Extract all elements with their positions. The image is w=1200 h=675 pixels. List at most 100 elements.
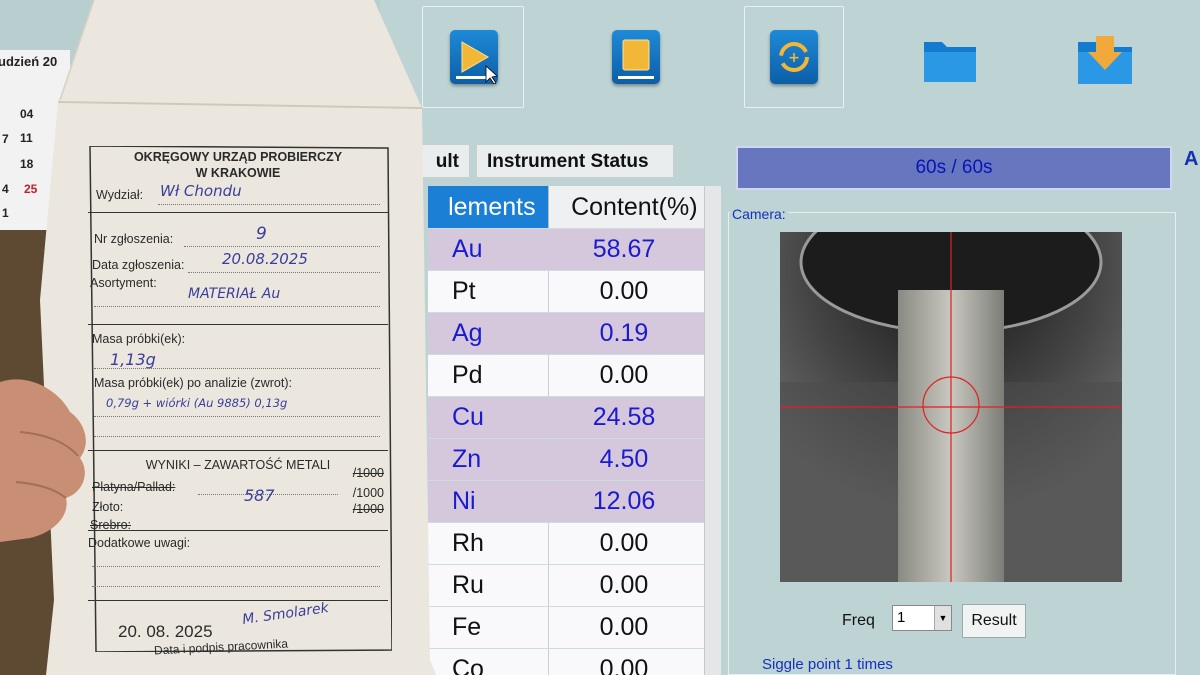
table-body: Au 58.67 Pt 0.00 Ag 0.19 Pd 0.00 Cu 24.58 Zn 4.50 Ni… <box>428 228 720 675</box>
svg-text:+: + <box>788 50 800 66</box>
nr-zgloszenia-label: Nr zgłoszenia: <box>94 232 174 246</box>
dotted-line <box>94 436 380 437</box>
dotted-line <box>92 566 380 567</box>
table-header: lements Content(%) <box>428 186 720 228</box>
table-row[interactable]: Ni 12.06 <box>428 480 720 522</box>
column-header-elements[interactable]: lements <box>428 186 548 228</box>
form-divider <box>88 450 388 451</box>
element-content-value: 0.00 <box>548 523 699 564</box>
wydzial-value: Wł Chondu <box>160 182 242 200</box>
result-button[interactable]: Result <box>962 604 1026 638</box>
table-row[interactable]: Co 0.00 <box>428 648 720 675</box>
tab-instrument-status-label: Instrument Status <box>487 151 649 172</box>
table-row[interactable]: Cu 24.58 <box>428 396 720 438</box>
element-symbol: Ni <box>452 487 476 515</box>
element-symbol: Zn <box>452 445 482 473</box>
element-content-value: 0.19 <box>548 313 699 354</box>
zloto-label: Złoto: <box>92 500 124 514</box>
table-row[interactable]: Rh 0.00 <box>428 522 720 564</box>
element-content-value: 0.00 <box>548 607 699 648</box>
masa-po-analizie-label: Masa próbki(ek) po analizie (zwrot): <box>94 376 292 390</box>
element-content-value: 0.00 <box>548 355 699 396</box>
form-divider <box>88 212 388 213</box>
element-symbol: Rh <box>452 529 484 557</box>
element-symbol: Ru <box>452 571 484 599</box>
calendar-mark: 1 <box>2 206 9 220</box>
element-content-value: 4.50 <box>548 439 699 480</box>
calendar-mark: 7 <box>2 132 9 146</box>
tab-result-label: ult <box>435 151 459 172</box>
download-folder-icon[interactable] <box>1076 30 1134 86</box>
form-divider <box>88 530 388 531</box>
wydzial-label: Wydział: <box>96 188 144 202</box>
stop-icon[interactable] <box>612 30 660 84</box>
element-content-value: 24.58 <box>548 397 699 438</box>
dotted-line <box>158 204 380 205</box>
table-row[interactable]: Ag 0.19 <box>428 312 720 354</box>
uwagi-label: Dodatkowe uwagi: <box>88 536 191 550</box>
freq-select-value: 1 <box>897 609 906 626</box>
element-content-value: 0.00 <box>548 649 699 675</box>
table-row[interactable]: Ru 0.00 <box>428 564 720 606</box>
masa-probki-value: 1,13g <box>110 350 156 369</box>
form-divider <box>88 600 388 601</box>
folder-icon[interactable] <box>922 34 978 84</box>
element-symbol: Pt <box>452 277 476 305</box>
freq-select[interactable]: 1 ▼ <box>892 605 952 631</box>
office-name-line2: W KRAKOWIE <box>195 166 281 180</box>
dotted-line <box>94 416 380 417</box>
table-scrollbar[interactable] <box>704 186 721 675</box>
refresh-icon[interactable]: + <box>770 30 818 84</box>
calendar-mark: 4 <box>2 182 9 196</box>
element-content-value: 58.67 <box>548 229 699 270</box>
element-content-value: 0.00 <box>548 565 699 606</box>
element-content-value: 12.06 <box>548 481 699 522</box>
freq-label: Freq <box>842 612 875 629</box>
masa-probki-label: Masa próbki(ek): <box>92 332 186 346</box>
hand <box>0 372 94 542</box>
element-symbol: Pd <box>452 361 483 389</box>
element-symbol: Fe <box>452 613 482 641</box>
platyna-unit: /1000 <box>352 466 384 480</box>
asortyment-label: Asortyment: <box>90 276 157 290</box>
srebro-unit: /1000 <box>352 502 384 516</box>
form-divider <box>88 324 388 325</box>
table-row[interactable]: Au 58.67 <box>428 228 720 270</box>
dotted-line <box>92 586 380 587</box>
zloto-unit: /1000 <box>352 486 384 500</box>
masa-po-analizie-value: 0,79g + wiórki (Au 9885) 0,13g <box>106 396 288 410</box>
measurement-progress-bar: 60s / 60s <box>736 146 1172 190</box>
play-icon[interactable] <box>450 30 498 84</box>
table-row[interactable]: Zn 4.50 <box>428 438 720 480</box>
table-row[interactable]: Fe 0.00 <box>428 606 720 648</box>
dotted-line <box>188 272 380 273</box>
wyniki-heading: WYNIKI – ZAWARTOŚĆ METALI <box>145 458 331 472</box>
table-row[interactable]: Pt 0.00 <box>428 270 720 312</box>
camera-view <box>780 232 1122 582</box>
element-symbol: Au <box>452 235 483 263</box>
element-content-value: 0.00 <box>548 271 699 312</box>
element-symbol: Cu <box>452 403 484 431</box>
data-zgloszenia-value: 20.08.2025 <box>222 250 308 268</box>
zloto-value: 587 <box>244 486 275 505</box>
asortyment-value: MATERIAŁ Au <box>188 286 281 302</box>
measurement-status-text: Siggle point 1 times <box>762 656 893 673</box>
progress-text: 60s / 60s <box>915 157 993 178</box>
results-table: lements Content(%) Au 58.67 Pt 0.00 Ag 0.19 Pd… <box>428 186 720 675</box>
element-symbol: Co <box>452 655 484 675</box>
dotted-line <box>184 246 380 247</box>
camera-label: Camera: <box>730 206 788 222</box>
cut-off-label: A <box>1184 148 1199 170</box>
column-header-content[interactable]: Content(%) <box>547 186 720 228</box>
dotted-line <box>94 368 380 369</box>
platyna-label: Platyna/Pallad: <box>92 480 176 494</box>
nr-zgloszenia-value: 9 <box>256 224 267 244</box>
dotted-line <box>94 306 380 307</box>
data-zgloszenia-label: Data zgłoszenia: <box>92 258 185 272</box>
assay-form: OKRĘGOWY URZĄD PROBIERCZY W KRAKOWIE Wyd… <box>88 146 392 657</box>
tab-instrument-status[interactable]: Instrument Status <box>476 144 674 178</box>
chevron-down-icon[interactable]: ▼ <box>934 606 951 630</box>
office-name-line1: OKRĘGOWY URZĄD PROBIERCZY <box>133 150 343 164</box>
table-row[interactable]: Pd 0.00 <box>428 354 720 396</box>
footer-date: 20. 08. 2025 <box>118 622 213 641</box>
